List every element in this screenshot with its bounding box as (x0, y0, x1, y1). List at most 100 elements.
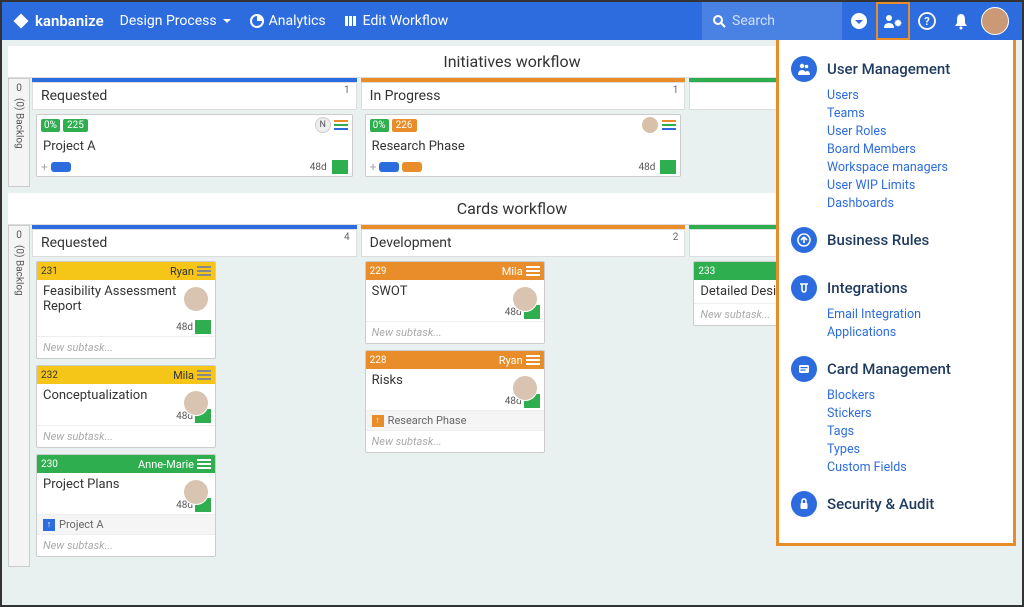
initiative-card[interactable]: 0% 226 Research Phase + 48d (365, 114, 682, 177)
add-icon[interactable]: + (370, 160, 377, 174)
admin-section-user-management: User Management Users Teams User Roles B… (779, 50, 1013, 221)
parent-reference[interactable]: ↑Project A (37, 514, 215, 534)
admin-link-blockers[interactable]: Blockers (827, 388, 1001, 403)
new-subtask-input[interactable]: New subtask... (37, 534, 215, 556)
assignee-initial: N (315, 117, 331, 133)
add-icon[interactable]: + (41, 160, 48, 174)
admin-link-custom-fields[interactable]: Custom Fields (827, 460, 1001, 475)
card-menu-icon[interactable] (526, 355, 540, 365)
parent-reference[interactable]: ↑Research Phase (366, 410, 544, 430)
admin-heading[interactable]: Business Rules (791, 227, 1001, 253)
logo-icon (12, 12, 30, 30)
card-age: 48d (176, 322, 193, 333)
new-subtask-input[interactable]: New subtask... (366, 321, 544, 343)
card-menu-icon[interactable] (526, 266, 540, 276)
card-menu-icon[interactable] (197, 266, 211, 276)
card-menu-icon[interactable] (197, 370, 211, 380)
admin-link-workspace-managers[interactable]: Workspace managers (827, 160, 1001, 175)
dropdown-icon[interactable] (842, 2, 876, 40)
backlog-count: 0 (16, 83, 22, 94)
task-card[interactable]: 229 Mila SWOT 48d New subtask... (365, 261, 545, 344)
task-card[interactable]: 231 Ryan Feasibility Assessment Report 4… (36, 261, 216, 359)
brand-text: kanbanize (35, 12, 104, 30)
card-id: 233 (698, 266, 715, 277)
admin-title: Card Management (827, 360, 951, 378)
card-menu-icon[interactable] (334, 120, 348, 130)
assignee-avatar (183, 390, 209, 416)
assignee-avatar (183, 479, 209, 505)
column-header[interactable]: Requested 4 (32, 229, 357, 257)
column-development: Development 2 229 Mila SWOT 48d New subt… (361, 225, 686, 567)
edit-workflow-label: Edit Workflow (363, 13, 449, 29)
admin-link-user-roles[interactable]: User Roles (827, 124, 1001, 139)
edit-workflow-icon (344, 14, 358, 28)
status-block (332, 160, 348, 174)
card-menu-icon[interactable] (662, 120, 676, 130)
column-count: 4 (344, 232, 350, 243)
admin-heading[interactable]: User Management (791, 56, 1001, 82)
board-selector[interactable]: Design Process (120, 13, 232, 29)
backlog-tab[interactable]: 0 (0) Backlog (8, 225, 30, 567)
parent-arrow-icon: ↑ (372, 415, 384, 427)
notifications-icon[interactable] (944, 2, 978, 40)
help-icon[interactable]: ? (910, 2, 944, 40)
new-subtask-input[interactable]: New subtask... (37, 425, 215, 447)
task-card[interactable]: 232 Mila Conceptualization 48d New subta… (36, 365, 216, 448)
users-icon (791, 56, 817, 82)
avatar-image (981, 7, 1009, 35)
admin-heading[interactable]: Integrations (791, 275, 1001, 301)
new-subtask-input[interactable]: New subtask... (366, 430, 544, 452)
edit-workflow-link[interactable]: Edit Workflow (344, 13, 449, 29)
backlog-tab[interactable]: 0 (0) Backlog (8, 78, 30, 187)
assignee-avatar (641, 116, 659, 134)
task-card[interactable]: 228 Ryan Risks 48d ↑Research Phase New s… (365, 350, 545, 453)
admin-link-wip-limits[interactable]: User WIP Limits (827, 178, 1001, 193)
card-id: 225 (63, 119, 88, 132)
brand-logo[interactable]: kanbanize (12, 12, 104, 30)
card-id: 232 (41, 370, 58, 381)
new-subtask-input[interactable]: New subtask... (37, 336, 215, 358)
user-avatar[interactable] (978, 2, 1012, 40)
column-name: Requested (41, 88, 107, 104)
assignee-avatar (512, 375, 538, 401)
card-title: Research Phase (366, 135, 681, 158)
initiative-card[interactable]: 0% 225 N Project A + 48d (36, 114, 353, 177)
column-name: Requested (41, 235, 107, 251)
topbar: kanbanize Design Process Analytics Edit … (2, 2, 1022, 40)
task-card[interactable]: 230 Anne-Marie Project Plans 48d ↑Projec… (36, 454, 216, 557)
backlog-count: 0 (16, 230, 22, 241)
analytics-link[interactable]: Analytics (250, 13, 326, 29)
card-id: 229 (370, 266, 387, 277)
admin-heading[interactable]: Card Management (791, 356, 1001, 382)
card-age: 48d (638, 162, 655, 173)
admin-link-tags[interactable]: Tags (827, 424, 1001, 439)
admin-link-users[interactable]: Users (827, 88, 1001, 103)
admin-section-card-management: Card Management Blockers Stickers Tags T… (779, 350, 1013, 485)
backlog-label: (0) Backlog (14, 245, 25, 296)
status-block (660, 160, 676, 174)
search-input[interactable] (732, 13, 822, 29)
column-header[interactable]: In Progress 1 (361, 82, 686, 110)
column-in-progress: In Progress 1 0% 226 Research Phase + (361, 78, 686, 187)
column-header[interactable]: Requested 1 (32, 82, 357, 110)
admin-link-email-integration[interactable]: Email Integration (827, 307, 1001, 322)
admin-settings-icon[interactable] (876, 2, 910, 40)
admin-link-dashboards[interactable]: Dashboards (827, 196, 1001, 211)
column-count: 1 (344, 85, 350, 96)
search-box[interactable] (702, 2, 842, 40)
admin-link-types[interactable]: Types (827, 442, 1001, 457)
admin-heading[interactable]: Security & Audit (791, 491, 1001, 517)
admin-link-stickers[interactable]: Stickers (827, 406, 1001, 421)
admin-link-applications[interactable]: Applications (827, 325, 1001, 340)
admin-section-business-rules: Business Rules (779, 221, 1013, 269)
admin-link-teams[interactable]: Teams (827, 106, 1001, 121)
status-block (195, 320, 211, 334)
card-menu-icon[interactable] (197, 459, 211, 469)
column-header[interactable]: Development 2 (361, 229, 686, 257)
card-id: 228 (370, 355, 387, 366)
admin-link-board-members[interactable]: Board Members (827, 142, 1001, 157)
column-requested: Requested 1 0% 225 N Project A + (32, 78, 357, 187)
rules-icon (791, 227, 817, 253)
tag-chip (402, 162, 422, 172)
parent-arrow-icon: ↑ (43, 519, 55, 531)
